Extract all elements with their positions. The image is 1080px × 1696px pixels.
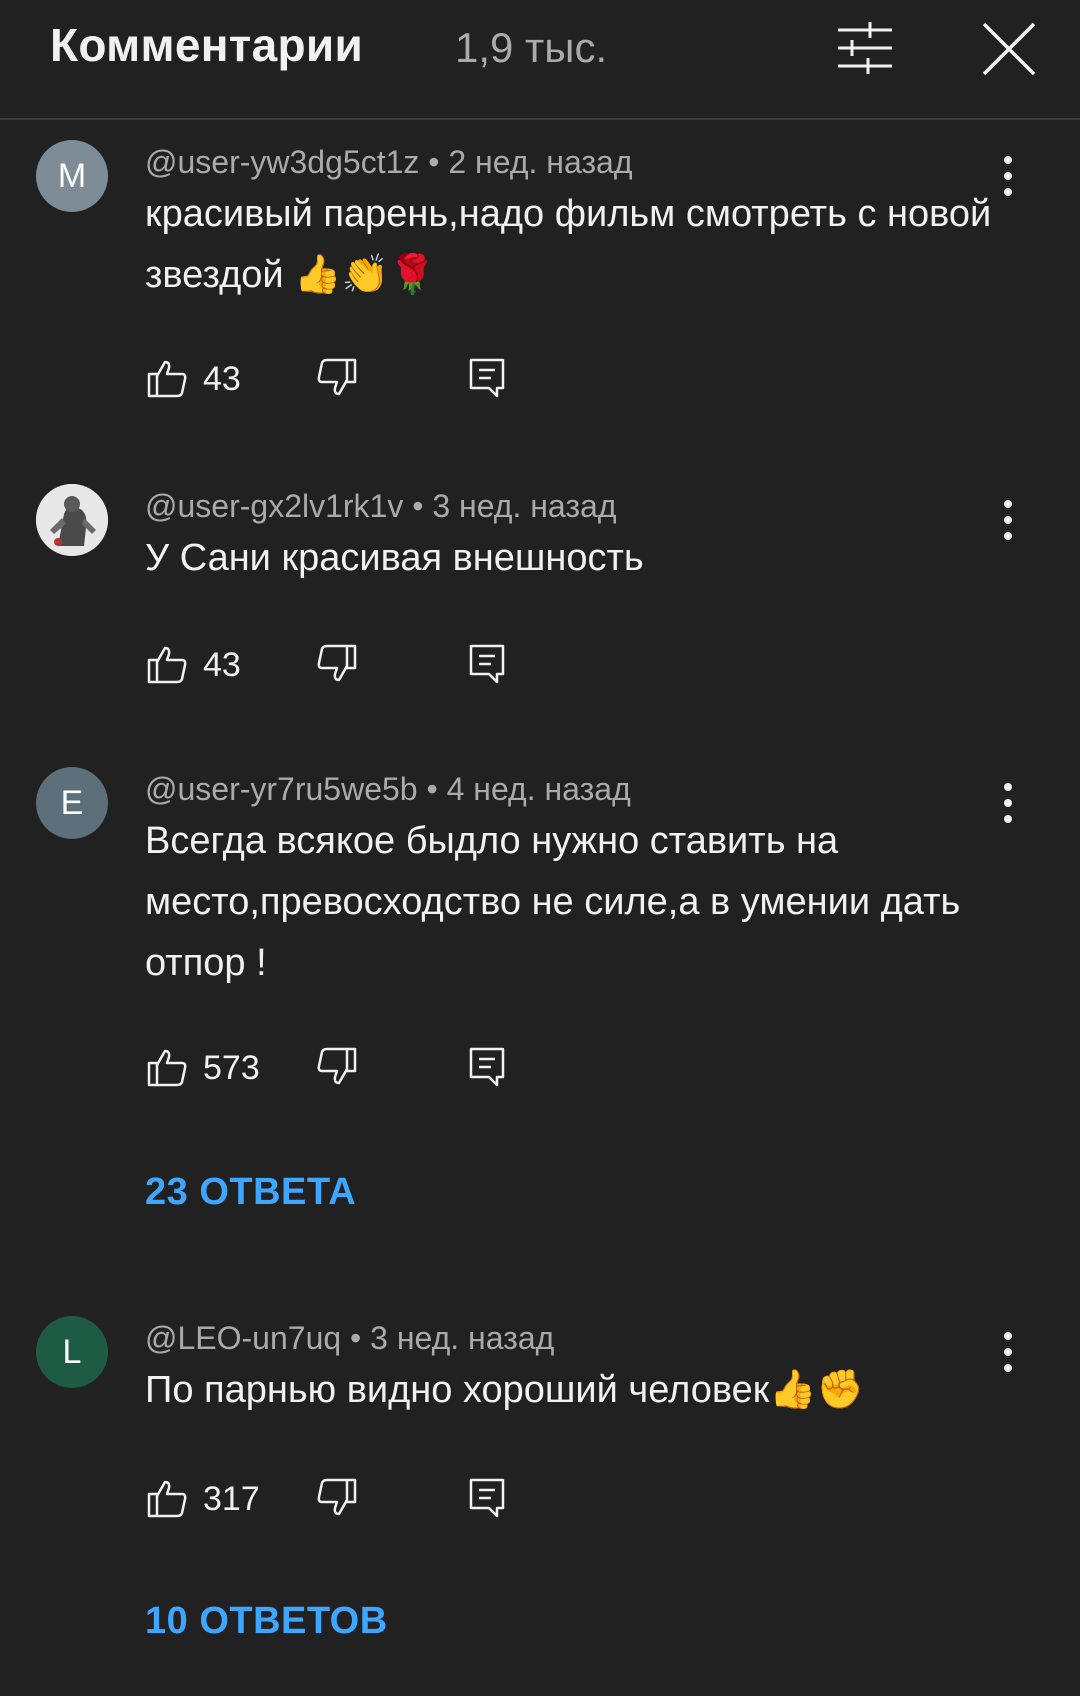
comment-item: M @user-yw3dg5ct1z • 2 нед. назад красив… [0, 140, 1080, 440]
more-options-icon[interactable] [990, 498, 1026, 542]
avatar-letter: E [60, 783, 84, 822]
like-count: 43 [203, 646, 241, 684]
comment-text: У Сани красивая внешность [145, 537, 644, 579]
comment-actions: 573 [145, 1045, 545, 1095]
more-options-icon[interactable] [990, 781, 1026, 825]
comment-meta[interactable]: @user-yw3dg5ct1z • 2 нед. назад [145, 144, 633, 181]
close-icon[interactable] [978, 18, 1040, 80]
like-count: 317 [203, 1480, 260, 1518]
comment-meta[interactable]: @LEO-un7uq • 3 нед. назад [145, 1320, 554, 1357]
comment-item: L @LEO-un7uq • 3 нед. назад По парнью ви… [0, 1316, 1080, 1696]
dislike-icon[interactable] [315, 1045, 359, 1089]
dislike-icon[interactable] [315, 356, 359, 400]
like-icon[interactable] [145, 1476, 189, 1520]
reply-icon[interactable] [465, 1476, 509, 1520]
comment-count: 1,9 тыс. [455, 24, 608, 71]
reply-icon[interactable] [465, 642, 509, 686]
comment-actions: 317 [145, 1476, 545, 1526]
comment-item: E @user-yr7ru5we5b • 4 нед. назад Всегда… [0, 767, 1080, 1227]
comment-meta[interactable]: @user-gx2lv1rk1v • 3 нед. назад [145, 488, 616, 525]
avatar[interactable] [36, 484, 108, 556]
comment-text: По парнью видно хороший человек👍✊ [145, 1369, 864, 1411]
comment-item: @user-gx2lv1rk1v • 3 нед. назад У Сани к… [0, 484, 1080, 714]
avatar[interactable]: M [36, 140, 108, 212]
like-count: 43 [203, 360, 241, 398]
dislike-icon[interactable] [315, 1476, 359, 1520]
filter-icon[interactable] [834, 18, 896, 80]
comment-meta[interactable]: @user-yr7ru5we5b • 4 нед. назад [145, 771, 631, 808]
avatar-letter: M [57, 156, 87, 195]
reply-icon[interactable] [465, 356, 509, 400]
avatar-letter: L [62, 1332, 82, 1371]
more-options-icon[interactable] [990, 154, 1026, 198]
view-replies-button[interactable]: 23 ОТВЕТА [145, 1171, 356, 1214]
header-title: Комментарии [50, 19, 364, 71]
reply-icon[interactable] [465, 1045, 509, 1089]
like-icon[interactable] [145, 356, 189, 400]
photo-avatar-icon [36, 484, 108, 556]
comment-actions: 43 [145, 356, 545, 406]
comment-actions: 43 [145, 642, 545, 692]
avatar[interactable]: L [36, 1316, 108, 1388]
dislike-icon[interactable] [315, 642, 359, 686]
comment-text: красивый парень,надо фильм смотреть с но… [145, 193, 992, 296]
more-options-icon[interactable] [990, 1330, 1026, 1374]
comments-header: Комментарии 1,9 тыс. [0, 0, 1080, 120]
view-replies-button[interactable]: 10 ОТВЕТОВ [145, 1600, 388, 1643]
avatar[interactable]: E [36, 767, 108, 839]
comment-text: Всегда всякое быдло нужно ставить на мес… [145, 820, 961, 984]
like-count: 573 [203, 1049, 260, 1087]
like-icon[interactable] [145, 1045, 189, 1089]
like-icon[interactable] [145, 642, 189, 686]
